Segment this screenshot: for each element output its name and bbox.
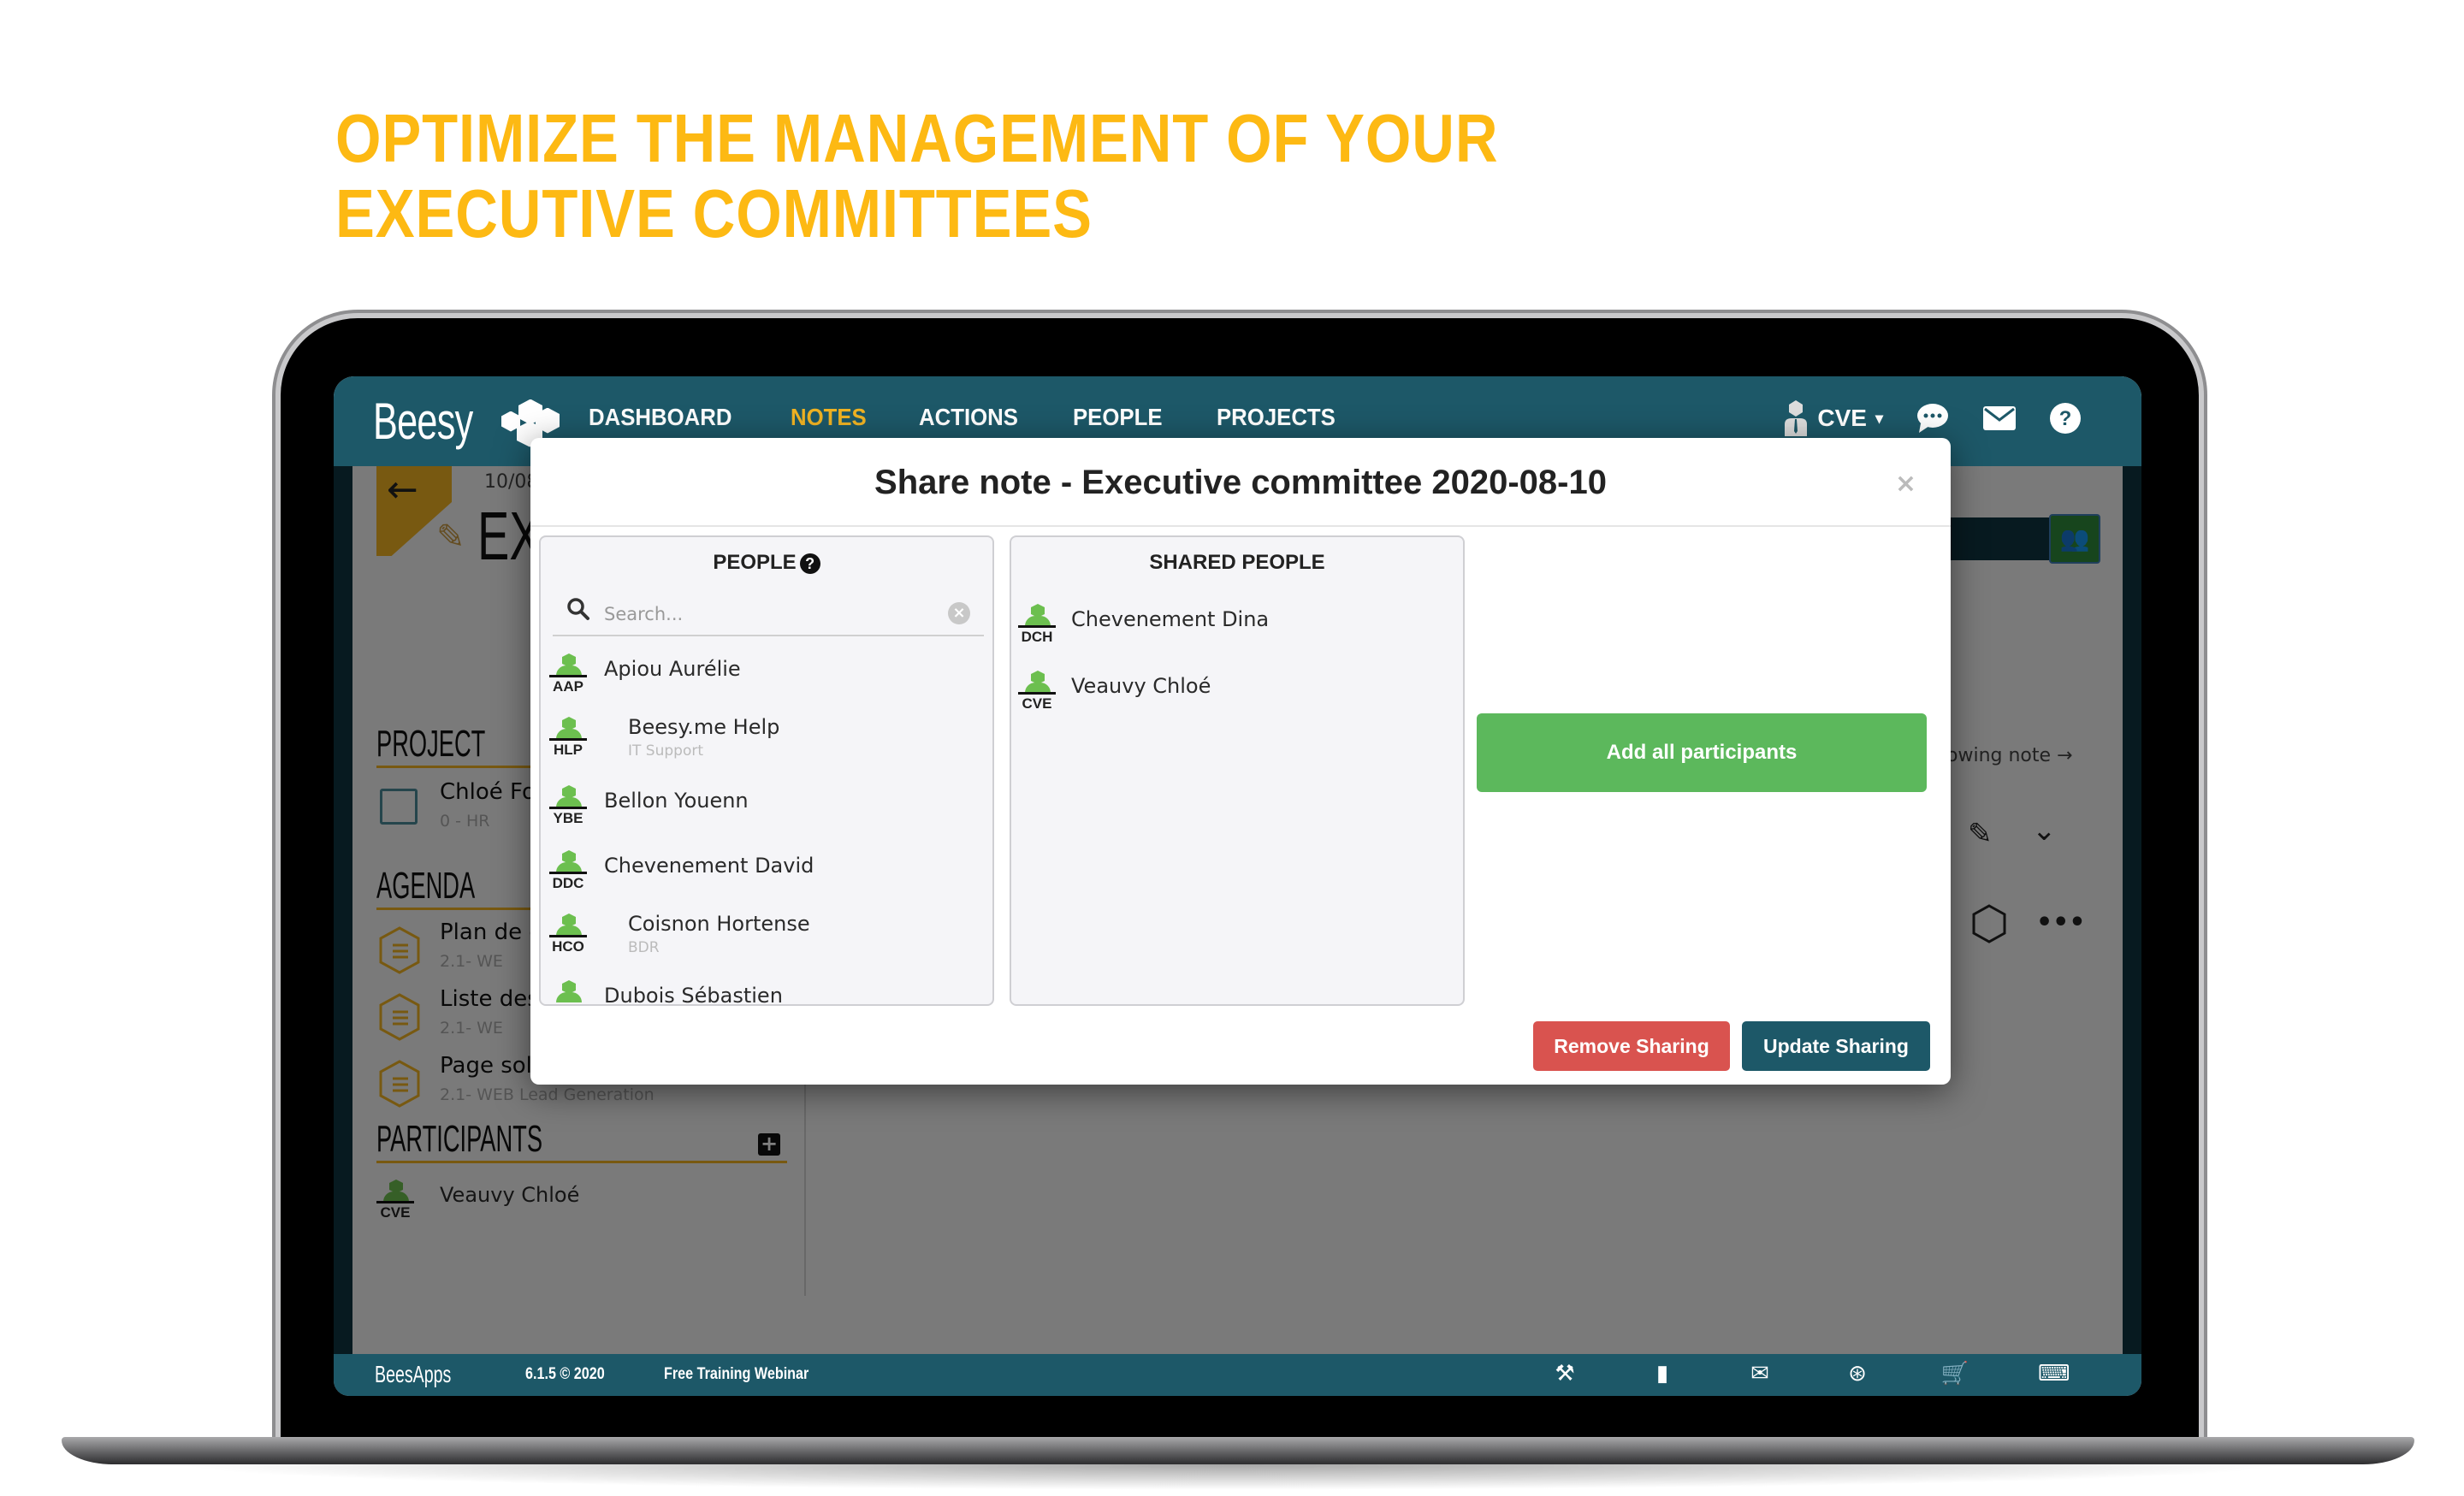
person-role: BDR bbox=[628, 939, 660, 956]
lifebuoy-icon[interactable]: ⊛ bbox=[1843, 1361, 1872, 1387]
search-icon bbox=[567, 598, 589, 620]
nav-notes[interactable]: NOTES bbox=[791, 404, 867, 431]
avatar: CVE bbox=[1018, 671, 1057, 722]
caret-down-icon: ▾ bbox=[1875, 409, 1883, 427]
chat-icon[interactable] bbox=[1916, 403, 1950, 434]
version-text: 6.1.5 © 2020 bbox=[525, 1365, 605, 1383]
gavel-icon[interactable]: ⚒ bbox=[1550, 1361, 1579, 1387]
app-footer: BeesApps 6.1.5 © 2020 Free Training Webi… bbox=[334, 1354, 2141, 1396]
modal-title: Share note - Executive committee 2020-08… bbox=[874, 464, 1607, 501]
user-icon bbox=[1785, 400, 1808, 436]
add-all-participants-button[interactable]: Add all participants bbox=[1477, 713, 1927, 792]
person-name: Apiou Aurélie bbox=[604, 657, 741, 681]
brand-name: Beesy bbox=[373, 393, 473, 450]
people-list-item[interactable]: Dubois Sébastien bbox=[549, 980, 986, 1006]
nav-projects[interactable]: PROJECTS bbox=[1217, 404, 1336, 431]
people-list-item[interactable]: DDC Chevenement David bbox=[549, 850, 986, 910]
shared-list-item[interactable]: DCH Chevenement Dina bbox=[1018, 604, 1454, 664]
person-name: Dubois Sébastien bbox=[604, 984, 783, 1006]
search-input[interactable] bbox=[604, 600, 946, 628]
person-name: Chevenement David bbox=[604, 854, 814, 878]
keyboard-icon[interactable]: ⌨ bbox=[2038, 1361, 2070, 1387]
envelope-icon[interactable]: ✉ bbox=[1745, 1361, 1774, 1387]
beesapps-logo[interactable]: BeesApps bbox=[375, 1361, 451, 1388]
remove-sharing-button[interactable]: Remove Sharing bbox=[1533, 1021, 1730, 1071]
avatar: AAP bbox=[549, 653, 589, 705]
avatar: DDC bbox=[549, 850, 589, 902]
people-list-item[interactable]: HCO Coisnon Hortense BDR bbox=[549, 912, 986, 973]
avatar: DCH bbox=[1018, 604, 1057, 655]
people-search: × bbox=[553, 592, 984, 636]
nav-dashboard[interactable]: DASHBOARD bbox=[589, 404, 732, 431]
shared-people-panel: SHARED PEOPLE DCH Chevenement Dina CVE V… bbox=[1010, 535, 1465, 1006]
laptop-shadow bbox=[171, 1464, 2293, 1490]
person-name: Coisnon Hortense bbox=[628, 912, 810, 936]
share-note-modal: Share note - Executive committee 2020-08… bbox=[530, 438, 1951, 1085]
mail-icon[interactable] bbox=[1982, 405, 2017, 431]
avatar: YBE bbox=[549, 785, 589, 837]
update-sharing-button[interactable]: Update Sharing bbox=[1742, 1021, 1930, 1071]
avatar: HCO bbox=[549, 914, 589, 965]
nav-right: CVE ▾ ? bbox=[1783, 400, 2082, 436]
people-panel-title: PEOPLE? bbox=[541, 551, 992, 575]
modal-header: Share note - Executive committee 2020-08… bbox=[530, 438, 1951, 527]
person-name: Veauvy Chloé bbox=[1071, 674, 1211, 698]
cart-icon[interactable]: 🛒 bbox=[1940, 1361, 1969, 1387]
person-name: Beesy.me Help bbox=[628, 715, 780, 739]
people-list-item[interactable]: YBE Bellon Youenn bbox=[549, 785, 986, 845]
webinar-link[interactable]: Free Training Webinar bbox=[664, 1365, 808, 1384]
nav-people[interactable]: PEOPLE bbox=[1073, 404, 1163, 431]
person-name: Bellon Youenn bbox=[604, 789, 749, 813]
headline: OPTIMIZE THE MANAGEMENT OF YOUR EXECUTIV… bbox=[335, 101, 1498, 251]
shared-panel-title: SHARED PEOPLE bbox=[1149, 551, 1325, 574]
user-menu[interactable]: CVE ▾ bbox=[1783, 400, 1883, 436]
people-title-text: PEOPLE bbox=[713, 551, 797, 574]
people-list-item[interactable]: HLP Beesy.me Help IT Support bbox=[549, 715, 986, 777]
user-initials: CVE bbox=[1817, 405, 1867, 431]
svg-text:?: ? bbox=[2059, 407, 2072, 430]
people-list-item[interactable]: AAP Apiou Aurélie bbox=[549, 653, 986, 713]
main-nav: DASHBOARD NOTES ACTIONS PEOPLE PROJECTS bbox=[589, 404, 1346, 431]
person-name: Chevenement Dina bbox=[1071, 607, 1270, 631]
people-panel: PEOPLE? × AAP Apiou Aurélie HLP Beesy.me… bbox=[539, 535, 994, 1006]
person-role: IT Support bbox=[628, 742, 704, 760]
footer-icons: ⚒ ▮ ✉ ⊛ 🛒 ⌨ bbox=[1550, 1361, 2070, 1387]
briefcase-icon[interactable]: ▮ bbox=[1648, 1361, 1677, 1387]
app-screen: Beesy DASHBOARD NOTES ACTIONS PEOPLE PRO… bbox=[334, 376, 2141, 1396]
help-icon[interactable]: ? bbox=[2049, 402, 2082, 435]
help-icon[interactable]: ? bbox=[799, 553, 820, 574]
avatar: HLP bbox=[549, 717, 589, 768]
clear-search-icon[interactable]: × bbox=[948, 602, 970, 624]
close-icon[interactable]: × bbox=[1895, 469, 1916, 499]
shared-list-item[interactable]: CVE Veauvy Chloé bbox=[1018, 671, 1454, 730]
avatar bbox=[549, 980, 589, 1004]
laptop-base bbox=[62, 1437, 2414, 1464]
headline-line-1: OPTIMIZE THE MANAGEMENT OF YOUR bbox=[335, 100, 1499, 176]
headline-line-2: EXECUTIVE COMMITTEES bbox=[335, 175, 1093, 251]
nav-actions[interactable]: ACTIONS bbox=[919, 404, 1018, 431]
